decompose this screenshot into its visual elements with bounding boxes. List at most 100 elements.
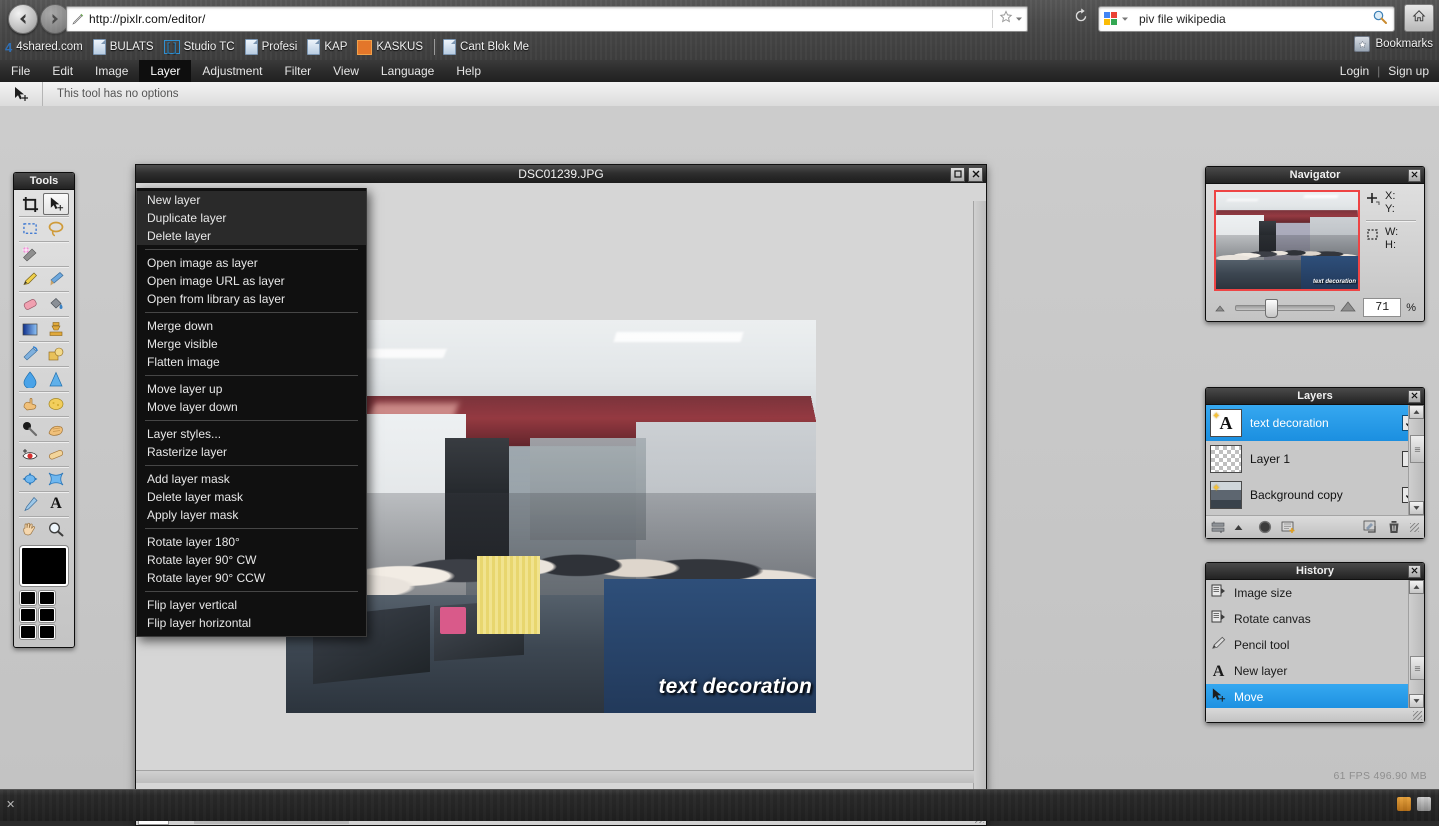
history-resize-handle[interactable] [1413, 711, 1422, 720]
menu-edit[interactable]: Edit [41, 60, 84, 82]
history-title-bar[interactable]: History [1206, 563, 1424, 580]
menu-item-duplicate-layer[interactable]: Duplicate layer [137, 209, 366, 227]
menu-item-rotate-layer-90-cw[interactable]: Rotate layer 90° CW [137, 551, 366, 569]
tool-pinch[interactable] [43, 468, 69, 490]
menu-item-rotate-layer-180[interactable]: Rotate layer 180° [137, 533, 366, 551]
menu-file[interactable]: File [0, 60, 41, 82]
taskbar-close-glyph[interactable]: ✕ [6, 798, 15, 811]
tool-eraser[interactable] [17, 293, 43, 315]
history-close-button[interactable] [1408, 565, 1421, 578]
url-bar[interactable]: http://pixlr.com/editor/ [66, 6, 1028, 32]
foreground-color-swatch[interactable] [20, 546, 68, 586]
reload-button[interactable] [1070, 7, 1092, 29]
home-button[interactable] [1404, 4, 1434, 32]
menu-item-delete-layer-mask[interactable]: Delete layer mask [137, 488, 366, 506]
menu-item-move-layer-down[interactable]: Move layer down [137, 398, 366, 416]
tool-gradient[interactable] [17, 318, 43, 340]
canvas-horizontal-scrollbar[interactable] [136, 770, 974, 783]
tool-blur[interactable] [17, 368, 43, 390]
tool-marquee-select[interactable] [17, 218, 43, 240]
navigator-close-button[interactable] [1408, 169, 1421, 182]
color-swatch[interactable] [20, 608, 36, 622]
menu-item-merge-visible[interactable]: Merge visible [137, 335, 366, 353]
menu-item-add-layer-mask[interactable]: Add layer mask [137, 470, 366, 488]
menu-item-delete-layer[interactable]: Delete layer [137, 227, 366, 245]
menu-item-merge-down[interactable]: Merge down [137, 317, 366, 335]
tool-replace-color[interactable] [17, 343, 43, 365]
menu-item-new-layer[interactable]: New layer [137, 191, 366, 209]
layer-row[interactable]: ✦ Background copy [1206, 477, 1424, 513]
tool-move[interactable] [43, 193, 69, 215]
maximize-button[interactable] [950, 167, 965, 182]
tool-crop[interactable] [17, 193, 43, 215]
search-bar[interactable]: piv file wikipedia [1098, 6, 1395, 32]
color-swatch[interactable] [39, 608, 55, 622]
history-row[interactable]: Move [1206, 684, 1424, 708]
tool-type[interactable]: A [43, 493, 69, 515]
trash-icon[interactable] [1387, 520, 1401, 534]
signup-link[interactable]: Sign up [1388, 64, 1429, 78]
history-row[interactable]: Image size [1206, 580, 1424, 606]
layers-scroll-down-button[interactable] [1409, 501, 1424, 515]
duplicate-layer-icon[interactable] [1363, 520, 1378, 534]
tool-sponge[interactable] [43, 393, 69, 415]
zoom-slider[interactable] [1235, 298, 1336, 318]
menu-filter[interactable]: Filter [273, 60, 322, 82]
history-row[interactable]: Rotate canvas [1206, 606, 1424, 632]
menu-view[interactable]: View [322, 60, 370, 82]
menu-item-open-image-url-as-layer[interactable]: Open image URL as layer [137, 272, 366, 290]
color-swatch[interactable] [39, 625, 55, 639]
layer-row[interactable]: A ✦ text decoration [1206, 405, 1424, 441]
menu-help[interactable]: Help [445, 60, 492, 82]
search-magnifier-icon[interactable] [1372, 9, 1388, 30]
history-row[interactable]: Pencil tool [1206, 632, 1424, 658]
tool-color-picker[interactable] [17, 493, 43, 515]
circle-icon[interactable] [1258, 520, 1272, 534]
history-row[interactable]: A New layer [1206, 658, 1424, 684]
zoom-slider-handle[interactable] [1265, 298, 1279, 318]
color-swatch[interactable] [39, 591, 55, 605]
tool-brush[interactable] [43, 268, 69, 290]
menu-image[interactable]: Image [84, 60, 139, 82]
search-engine-chevron-icon[interactable] [1121, 10, 1129, 28]
canvas-vertical-scrollbar[interactable] [973, 201, 986, 807]
menu-item-move-layer-up[interactable]: Move layer up [137, 380, 366, 398]
tool-smudge[interactable] [17, 393, 43, 415]
layers-scrollbar[interactable] [1408, 405, 1424, 515]
menu-item-flip-layer-vertical[interactable]: Flip layer vertical [137, 596, 366, 614]
tool-wand-select[interactable] [17, 243, 43, 265]
bookmark-item[interactable]: Cant Blok Me [440, 37, 535, 57]
tool-bloat[interactable] [17, 468, 43, 490]
bookmark-item[interactable]: KASKUS [354, 38, 429, 57]
image-window-titlebar[interactable]: DSC01239.JPG [136, 165, 986, 184]
history-scroll-thumb[interactable] [1410, 656, 1424, 680]
bookmark-star-icon[interactable] [999, 9, 1013, 29]
search-input[interactable]: piv file wikipedia [1139, 12, 1226, 26]
history-scrollbar[interactable] [1408, 580, 1424, 708]
zoom-in-icon[interactable] [1340, 299, 1358, 317]
tool-paint-bucket[interactable] [43, 293, 69, 315]
color-swatch[interactable] [20, 625, 36, 639]
tool-pencil[interactable] [17, 268, 43, 290]
tool-dodge[interactable] [17, 418, 43, 440]
history-scroll-up-button[interactable] [1409, 580, 1424, 594]
layers-title-bar[interactable]: Layers [1206, 388, 1424, 405]
navigator-thumbnail[interactable]: text decoration [1214, 190, 1360, 291]
tray-icon[interactable] [1417, 797, 1431, 811]
menu-item-rotate-layer-90-ccw[interactable]: Rotate layer 90° CCW [137, 569, 366, 587]
layers-scroll-thumb[interactable] [1410, 435, 1424, 463]
bookmark-item[interactable]: 4 4shared.com [2, 38, 89, 57]
bookmark-item[interactable]: [ ] Studio TC [161, 38, 241, 56]
menu-item-open-image-as-layer[interactable]: Open image as layer [137, 254, 366, 272]
history-scroll-down-button[interactable] [1409, 694, 1424, 708]
bookmarks-menu-button[interactable]: Bookmarks [1354, 36, 1433, 52]
menu-item-rasterize-layer[interactable]: Rasterize layer [137, 443, 366, 461]
login-link[interactable]: Login [1340, 64, 1369, 78]
caret-up-icon[interactable] [1234, 524, 1243, 531]
tool-burn[interactable] [43, 418, 69, 440]
layers-close-button[interactable] [1408, 390, 1421, 403]
bookmark-item[interactable]: Profesi [242, 37, 304, 57]
new-layer-icon[interactable] [1281, 520, 1296, 534]
tool-sharpen[interactable] [43, 368, 69, 390]
bookmark-item[interactable]: BULATS [90, 37, 160, 57]
